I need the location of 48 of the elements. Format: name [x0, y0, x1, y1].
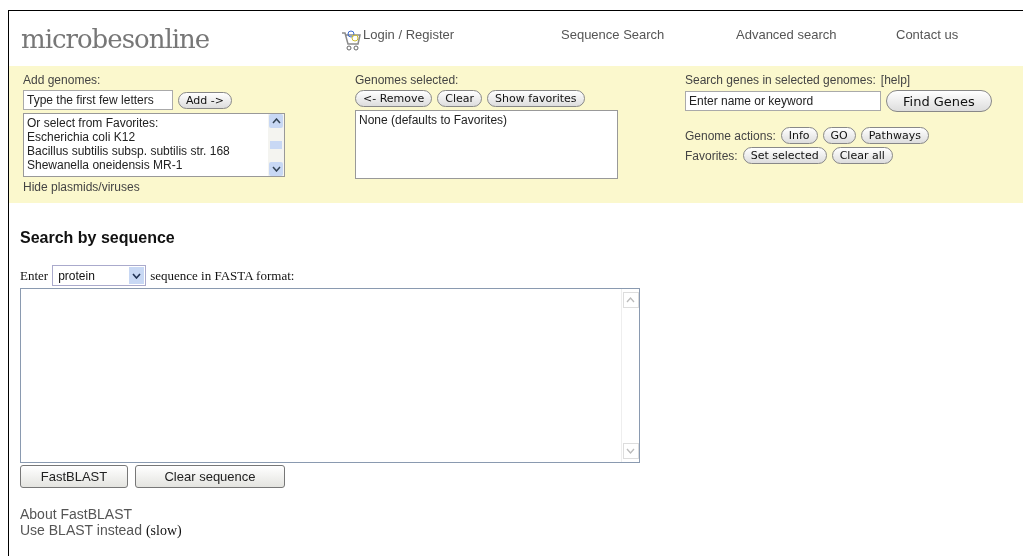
- section-title: Search by sequence: [20, 229, 176, 247]
- cart-icon: [341, 29, 361, 51]
- list-option[interactable]: Shewanella oneidensis MR-1: [27, 158, 265, 172]
- help-link[interactable]: [help]: [880, 73, 911, 87]
- scroll-down-icon: [269, 162, 283, 176]
- field-label: Add genomes:: [23, 73, 102, 87]
- genome-button[interactable]: <- Remove: [355, 90, 433, 107]
- add-button[interactable]: Add ->: [178, 91, 232, 109]
- field-label: Genome actions:: [685, 128, 776, 143]
- field-label: Genomes selected:: [355, 73, 460, 87]
- nav-link[interactable]: Sequence Search: [561, 27, 736, 51]
- fastblast-button[interactable]: FastBLAST: [20, 465, 128, 488]
- hide-plasmids-link[interactable]: Hide plasmids/viruses: [23, 180, 355, 194]
- sequence-textarea[interactable]: [20, 288, 640, 463]
- scroll-down-icon: [622, 443, 639, 459]
- note-text: (slow): [145, 523, 182, 539]
- about-fastblast-link[interactable]: About FastBLAST: [20, 506, 1023, 522]
- nav-link[interactable]: Contact us: [896, 27, 959, 51]
- nav-link[interactable]: Login / Register: [363, 27, 455, 42]
- sequence-type-dropdown[interactable]: protein: [52, 265, 147, 286]
- field-label: sequence in FASTA format:: [150, 267, 295, 284]
- selected-genomes-list[interactable]: None (defaults to Favorites): [355, 110, 618, 179]
- logo[interactable]: microbesonline: [21, 24, 341, 54]
- genome-action-button[interactable]: Info: [780, 127, 818, 144]
- nav-link[interactable]: Advanced search: [736, 27, 896, 51]
- scroll-thumb[interactable]: [270, 141, 282, 149]
- scroll-up-icon: [622, 292, 639, 308]
- scrollbar[interactable]: [268, 114, 284, 176]
- clear-sequence-button[interactable]: Clear sequence: [135, 465, 285, 488]
- field-label: Search genes in selected genomes:: [685, 73, 876, 87]
- use-blast-link[interactable]: Use BLAST instead: [20, 522, 142, 538]
- genome-input[interactable]: Type the first few letters: [23, 90, 173, 110]
- genome-action-button[interactable]: GO: [822, 127, 856, 144]
- genome-action-button[interactable]: Pathways: [860, 127, 929, 144]
- favorites-button[interactable]: Set selected: [742, 147, 827, 164]
- genome-button[interactable]: Clear: [437, 90, 483, 107]
- list-option[interactable]: Bacillus subtilis subsp. subtilis str. 168: [27, 144, 265, 158]
- favorites-button[interactable]: Clear all: [831, 147, 893, 164]
- field-label: Enter: [20, 267, 49, 284]
- field-label: Favorites:: [685, 148, 738, 163]
- list-option[interactable]: Or select from Favorites:: [27, 116, 265, 130]
- list-option[interactable]: None (defaults to Favorites): [359, 113, 614, 127]
- list-option[interactable]: Escherichia coli K12: [27, 130, 265, 144]
- find-genes-button[interactable]: Find Genes: [886, 90, 992, 112]
- genome-button[interactable]: Show favorites: [487, 90, 585, 107]
- favorites-list[interactable]: Or select from Favorites: Escherichia coli K12 Bacillus subtilis subsp. subtilis str. 168 Shewanella oneidensis MR-1: [23, 113, 285, 177]
- scroll-up-icon: [269, 114, 283, 128]
- gene-search-input[interactable]: Enter name or keyword: [685, 91, 881, 111]
